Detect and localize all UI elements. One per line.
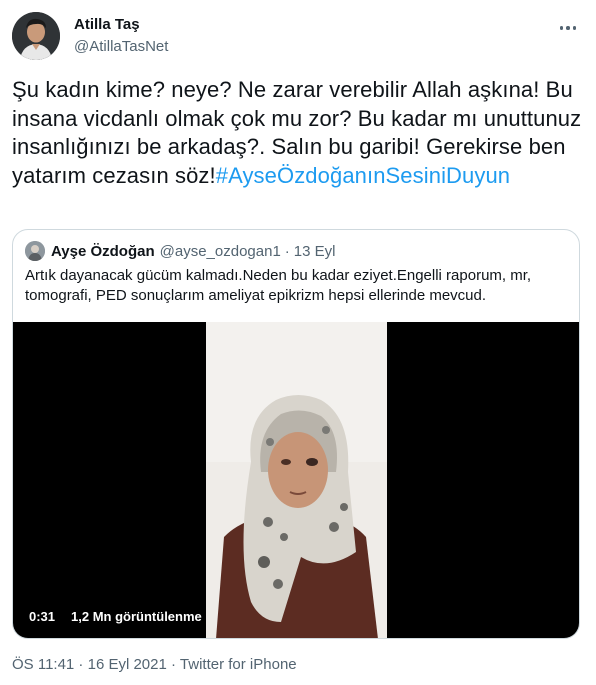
video-thumbnail	[206, 322, 387, 638]
more-options-icon[interactable]	[556, 18, 580, 38]
quoted-author-handle: @ayse_ozdogan1	[159, 242, 281, 260]
tweet-time[interactable]: ÖS 11:41	[12, 656, 74, 673]
tweet-header: Atilla Taş @AtillaTasNet	[12, 10, 584, 60]
author-name[interactable]: Atilla Taş	[74, 16, 140, 33]
quoted-tweet-header: Ayşe Özdoğan @ayse_ozdogan1 · 13 Eyl	[25, 241, 336, 261]
author-handle[interactable]: @AtillaTasNet	[74, 38, 168, 55]
author-avatar[interactable]	[12, 12, 60, 60]
quoted-author-name: Ayşe Özdoğan	[51, 242, 155, 260]
video-info-overlay: 0:31 1,2 Mn görüntülenme	[25, 608, 206, 625]
woman-in-headscarf-image	[206, 322, 387, 638]
avatar-placeholder-icon	[25, 241, 45, 261]
video-duration: 0:31	[29, 609, 56, 624]
video-player[interactable]: 0:31 1,2 Mn görüntülenme	[13, 322, 579, 638]
quoted-tweet[interactable]: Ayşe Özdoğan @ayse_ozdogan1 · 13 Eyl Art…	[12, 229, 580, 639]
video-views: 1,2 Mn görüntülenme	[71, 609, 202, 624]
tweet-date[interactable]: 16 Eyl 2021	[88, 656, 167, 673]
quoted-author-avatar	[25, 241, 45, 261]
footer-separator: ·	[74, 656, 88, 673]
quoted-tweet-text: Artık dayanacak gücüm kalmadı.Neden bu k…	[25, 267, 532, 304]
quoted-date: 13 Eyl	[293, 242, 336, 260]
tweet-footer: ÖS 11:41 · 16 Eyl 2021 · Twitter for iPh…	[12, 656, 297, 673]
tweet-source: Twitter for iPhone	[179, 656, 297, 673]
tweet-body: Şu kadın kime? neye? Ne zarar verebilir …	[12, 76, 584, 190]
person-silhouette	[12, 12, 60, 60]
footer-separator: ·	[166, 656, 180, 673]
hashtag-link[interactable]: #AyseÖzdoğanınSesiniDuyun	[216, 163, 510, 188]
separator-dot: ·	[284, 242, 290, 260]
